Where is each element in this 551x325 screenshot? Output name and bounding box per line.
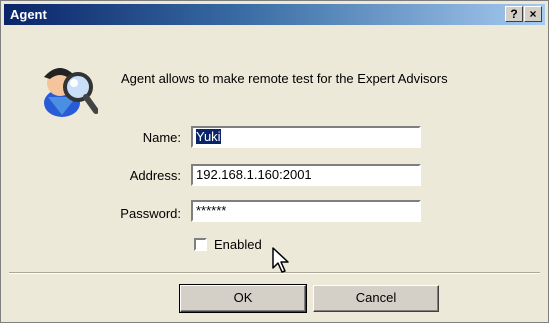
address-field[interactable]: 192.168.1.160:2001 — [191, 164, 421, 186]
address-value: 192.168.1.160:2001 — [196, 167, 312, 182]
agent-dialog: Agent ? × Agent allows to make remote te… — [0, 0, 549, 323]
password-field[interactable]: ****** — [191, 200, 421, 222]
agent-description: Agent allows to make remote test for the… — [121, 71, 448, 86]
name-value: Yuki — [196, 129, 221, 144]
cancel-button[interactable]: Cancel — [313, 285, 439, 312]
address-label: Address: — [129, 168, 181, 183]
mouse-cursor-icon — [272, 247, 289, 273]
password-label: Password: — [120, 206, 181, 221]
help-button[interactable]: ? — [505, 6, 523, 22]
password-value: ****** — [196, 203, 227, 218]
name-label: Name: — [142, 130, 181, 145]
enabled-checkbox[interactable] — [194, 238, 207, 251]
ok-button[interactable]: OK — [179, 284, 307, 313]
name-field[interactable]: Yuki — [191, 126, 421, 148]
agent-detective-icon — [44, 68, 98, 117]
close-button[interactable]: × — [524, 6, 542, 22]
window-title: Agent — [10, 7, 47, 22]
title-bar[interactable]: Agent ? × — [4, 4, 545, 25]
enabled-label[interactable]: Enabled — [214, 237, 262, 252]
